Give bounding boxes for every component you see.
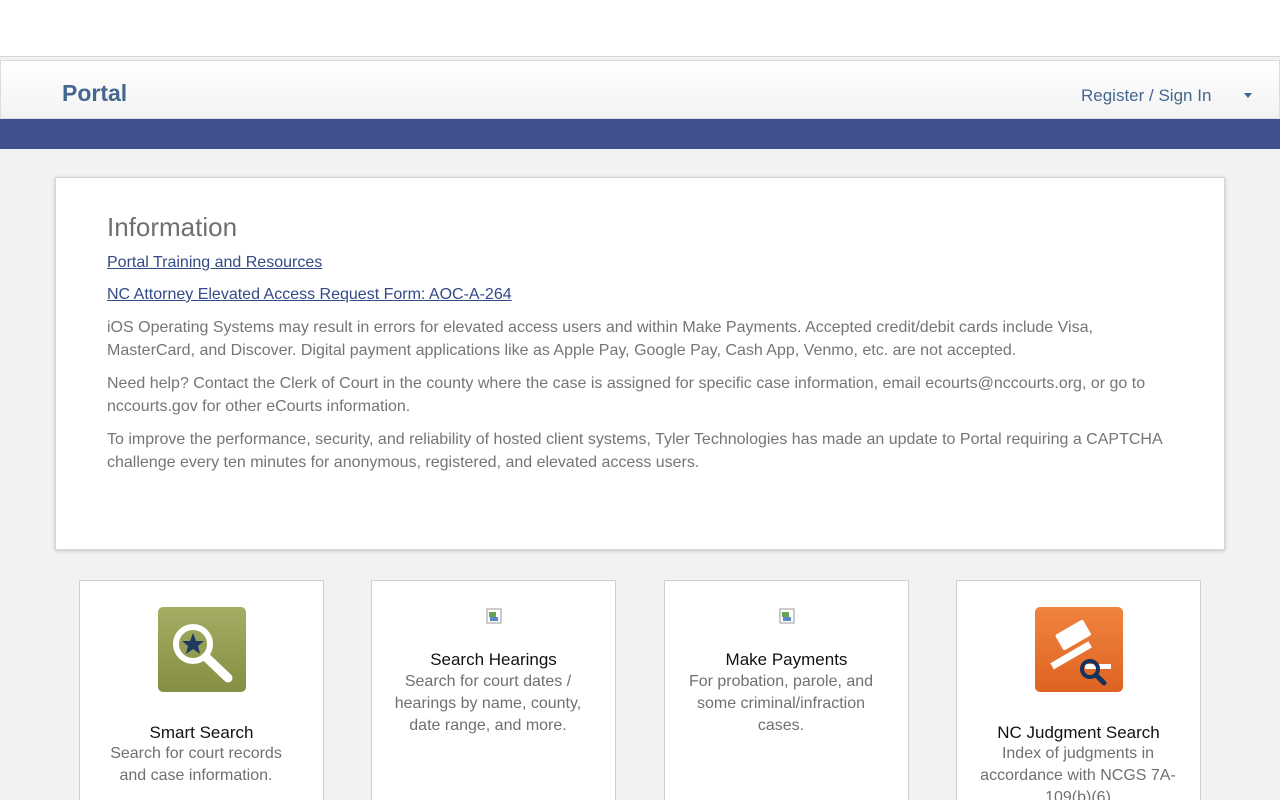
tile-make-payments[interactable]: Make Payments For probation, parole, and… <box>664 580 909 800</box>
tile-description: Search for court dates / hearings by nam… <box>394 673 582 734</box>
navbar: Portal Register / Sign In <box>0 60 1280 119</box>
broken-image-icon <box>779 608 795 624</box>
ios-notice-text: iOS Operating Systems may result in erro… <box>107 319 1093 359</box>
tile-search-hearings[interactable]: Search Hearings Search for court dates /… <box>371 580 616 800</box>
blue-header-band <box>0 119 1280 149</box>
broken-image-icon <box>486 608 502 624</box>
information-title: Information <box>107 212 238 242</box>
portal-training-link[interactable]: Portal Training and Resources <box>107 254 322 272</box>
tile-description: Index of judgments in accordance with NC… <box>980 745 1176 800</box>
tile-description: Search for court records and case inform… <box>110 745 282 784</box>
tile-title: Smart Search <box>149 723 254 742</box>
tile-nc-judgment-search[interactable]: NC Judgment Search Index of judgments in… <box>956 580 1201 800</box>
chevron-down-icon[interactable] <box>1244 93 1252 98</box>
tile-description: For probation, parole, and some criminal… <box>688 673 874 734</box>
help-notice-text: Need help? Contact the Clerk of Court in… <box>107 375 1146 415</box>
information-panel: Information Portal Training and Resource… <box>55 177 1225 550</box>
register-sign-in-link[interactable]: Register / Sign In <box>1081 86 1211 106</box>
tile-title: Make Payments <box>725 650 848 669</box>
top-blank-bar <box>0 0 1280 57</box>
tile-title: Search Hearings <box>430 650 557 669</box>
attorney-access-form-link[interactable]: NC Attorney Elevated Access Request Form… <box>107 286 512 304</box>
captcha-notice-text: To improve the performance, security, an… <box>107 431 1162 471</box>
gavel-search-icon <box>1035 607 1123 692</box>
smart-search-icon <box>158 607 246 692</box>
tile-smart-search[interactable]: Smart Search Search for court records an… <box>79 580 324 800</box>
portal-brand-link[interactable]: Portal <box>62 80 127 107</box>
tile-title: NC Judgment Search <box>997 723 1160 742</box>
